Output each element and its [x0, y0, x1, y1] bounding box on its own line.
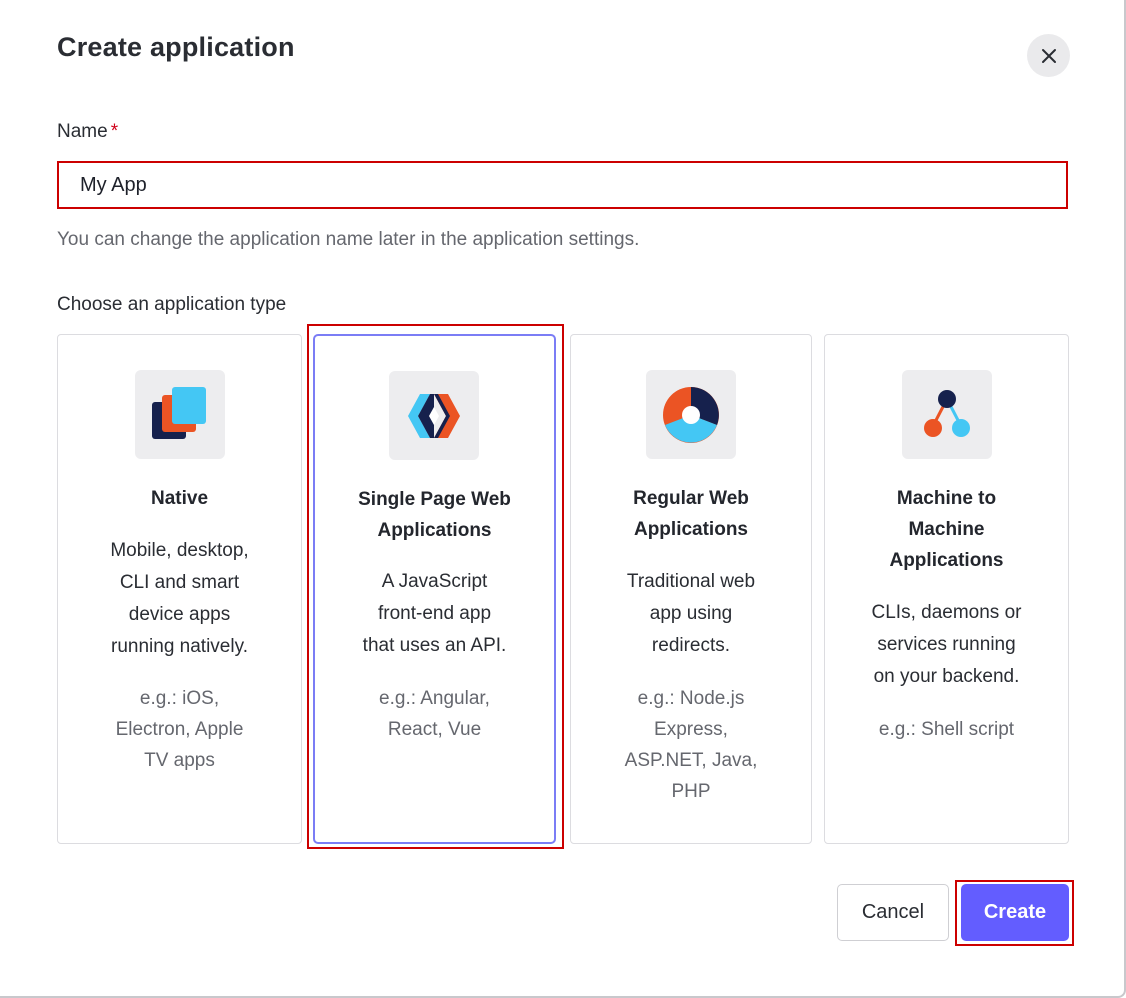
- card-example-line: Electron, Apple: [115, 719, 244, 740]
- card-example-line: e.g.: Angular,: [379, 688, 490, 709]
- card-desc-line: Traditional web: [626, 571, 756, 592]
- name-label-text: Name: [57, 121, 108, 142]
- card-example-native: e.g.: iOS, Electron, Apple TV apps: [58, 683, 301, 776]
- card-example-regular-web: e.g.: Node.js Express, ASP.NET, Java, PH…: [571, 683, 811, 807]
- card-title-line: Applications: [889, 550, 1004, 571]
- card-example-line: e.g.: Shell script: [878, 719, 1015, 740]
- card-example-spa: e.g.: Angular, React, Vue: [315, 683, 554, 745]
- app-type-card-m2m[interactable]: Machine to Machine Applications CLIs, da…: [824, 334, 1069, 844]
- dialog-title: Create application: [57, 32, 295, 62]
- card-title-m2m: Machine to Machine Applications: [825, 483, 1068, 576]
- card-title-line: Machine to: [896, 488, 997, 509]
- regular-web-icon-tile: [646, 370, 736, 459]
- regular-web-ring-icon: [663, 386, 719, 443]
- card-example-line: React, Vue: [387, 719, 482, 740]
- card-desc-line: A JavaScript: [381, 571, 488, 592]
- card-title-line: Single Page Web: [358, 489, 511, 510]
- card-example-m2m: e.g.: Shell script: [825, 714, 1068, 745]
- create-button[interactable]: Create: [961, 884, 1069, 941]
- card-example-line: TV apps: [144, 750, 215, 771]
- card-example-line: e.g.: iOS,: [139, 688, 220, 709]
- card-desc-native: Mobile, desktop, CLI and smart device ap…: [58, 535, 301, 663]
- card-desc-regular-web: Traditional web app using redirects.: [571, 566, 811, 662]
- native-icon-tile: [135, 370, 225, 459]
- card-desc-spa: A JavaScript front-end app that uses an …: [315, 566, 554, 662]
- required-marker: *: [110, 121, 119, 142]
- app-type-card-regular-web[interactable]: Regular Web Applications Traditional web…: [570, 334, 812, 844]
- card-example-line: Express,: [654, 719, 728, 740]
- card-title-line: Applications: [377, 520, 492, 541]
- card-title-line: Machine: [908, 519, 985, 540]
- cancel-button[interactable]: Cancel: [837, 884, 949, 941]
- spa-icon-tile: [389, 371, 479, 460]
- card-desc-line: CLIs, daemons or: [871, 602, 1022, 623]
- card-desc-line: CLI and smart: [119, 572, 240, 593]
- card-title-line: Native: [150, 488, 209, 509]
- card-desc-line: that uses an API.: [362, 635, 507, 656]
- card-desc-line: services running: [877, 634, 1016, 655]
- card-title-spa: Single Page Web Applications: [315, 484, 554, 546]
- native-stacked-squares-icon: [152, 386, 206, 439]
- card-example-line: ASP.NET, Java,: [624, 750, 758, 771]
- card-desc-line: device apps: [128, 604, 231, 625]
- card-desc-line: on your backend.: [873, 666, 1020, 687]
- close-icon: [1041, 48, 1056, 63]
- app-type-label: Choose an application type: [57, 294, 287, 315]
- app-type-card-spa[interactable]: Single Page Web Applications A JavaScrip…: [313, 334, 556, 844]
- card-desc-line: Mobile, desktop,: [110, 540, 249, 561]
- m2m-nodes-icon: [924, 389, 970, 437]
- name-field-label: Name *: [57, 121, 118, 143]
- card-desc-line: running natively.: [111, 636, 248, 657]
- card-example-line: PHP: [671, 781, 711, 802]
- card-title-native: Native: [58, 483, 301, 514]
- card-desc-m2m: CLIs, daemons or services running on you…: [825, 597, 1068, 693]
- card-desc-line: front-end app: [377, 603, 492, 624]
- card-title-regular-web: Regular Web Applications: [571, 483, 811, 545]
- app-type-card-native[interactable]: Native Mobile, desktop, CLI and smart de…: [57, 334, 302, 844]
- spa-diamond-icon: [408, 393, 460, 438]
- card-title-line: Applications: [633, 519, 748, 540]
- name-helper-text: You can change the application name late…: [57, 229, 640, 250]
- close-button[interactable]: [1027, 34, 1070, 77]
- card-desc-line: redirects.: [651, 635, 731, 656]
- card-example-line: e.g.: Node.js: [637, 688, 745, 709]
- name-input[interactable]: [57, 161, 1068, 209]
- m2m-icon-tile: [902, 370, 992, 459]
- create-application-dialog: Create application Name* You can change …: [0, 0, 1126, 998]
- card-title-line: Regular Web: [633, 488, 749, 509]
- card-desc-line: app using: [649, 603, 733, 624]
